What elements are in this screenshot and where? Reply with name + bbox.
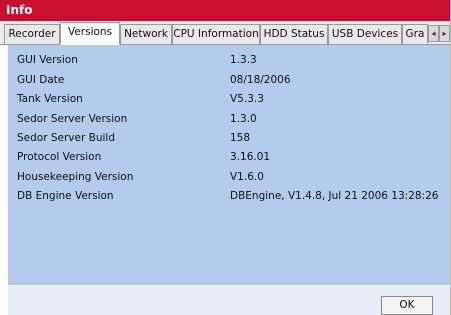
version-label: GUI Date xyxy=(17,74,65,86)
version-value: V5.3.3 xyxy=(230,93,264,105)
version-value: V1.6.0 xyxy=(230,171,264,183)
version-value: 1.3.3 xyxy=(230,54,257,66)
tab-cpu-information[interactable]: CPU Information xyxy=(172,24,260,44)
version-label: Sedor Server Version xyxy=(17,113,128,125)
version-value: DBEngine, V1.4.8, Jul 21 2006 13:28:26 xyxy=(230,190,439,202)
tab-usb-devices[interactable]: USB Devices xyxy=(328,24,402,44)
ok-button[interactable]: OK xyxy=(381,296,433,315)
tab-versions[interactable]: Versions xyxy=(60,22,120,45)
version-label: Sedor Server Build xyxy=(17,132,115,144)
version-label: GUI Version xyxy=(17,54,78,66)
tab-strip: Recorder Versions Network CPU Informatio… xyxy=(0,21,450,45)
version-label: Protocol Version xyxy=(17,151,102,163)
dialog-title: Info xyxy=(0,0,450,21)
tab-hdd-status[interactable]: HDD Status xyxy=(260,24,328,44)
version-value: 158 xyxy=(230,132,251,144)
tab-gra[interactable]: Gra xyxy=(402,24,428,44)
version-value: 08/18/2006 xyxy=(230,74,291,86)
tab-scroll-right-icon[interactable]: ▸ xyxy=(439,25,450,42)
tab-recorder[interactable]: Recorder xyxy=(4,24,60,44)
version-label: Housekeeping Version xyxy=(17,171,134,183)
info-dialog: Info Recorder Versions Network CPU Infor… xyxy=(0,0,450,315)
tab-network[interactable]: Network xyxy=(120,24,172,44)
tab-scroll-left-icon[interactable]: ◂ xyxy=(428,25,439,42)
version-value: 3.16.01 xyxy=(230,151,271,163)
versions-panel: GUI Version 1.3.3 GUI Date 08/18/2006 Ta… xyxy=(8,45,450,285)
version-label: Tank Version xyxy=(17,93,83,105)
version-value: 1.3.0 xyxy=(230,113,257,125)
version-label: DB Engine Version xyxy=(17,190,114,202)
